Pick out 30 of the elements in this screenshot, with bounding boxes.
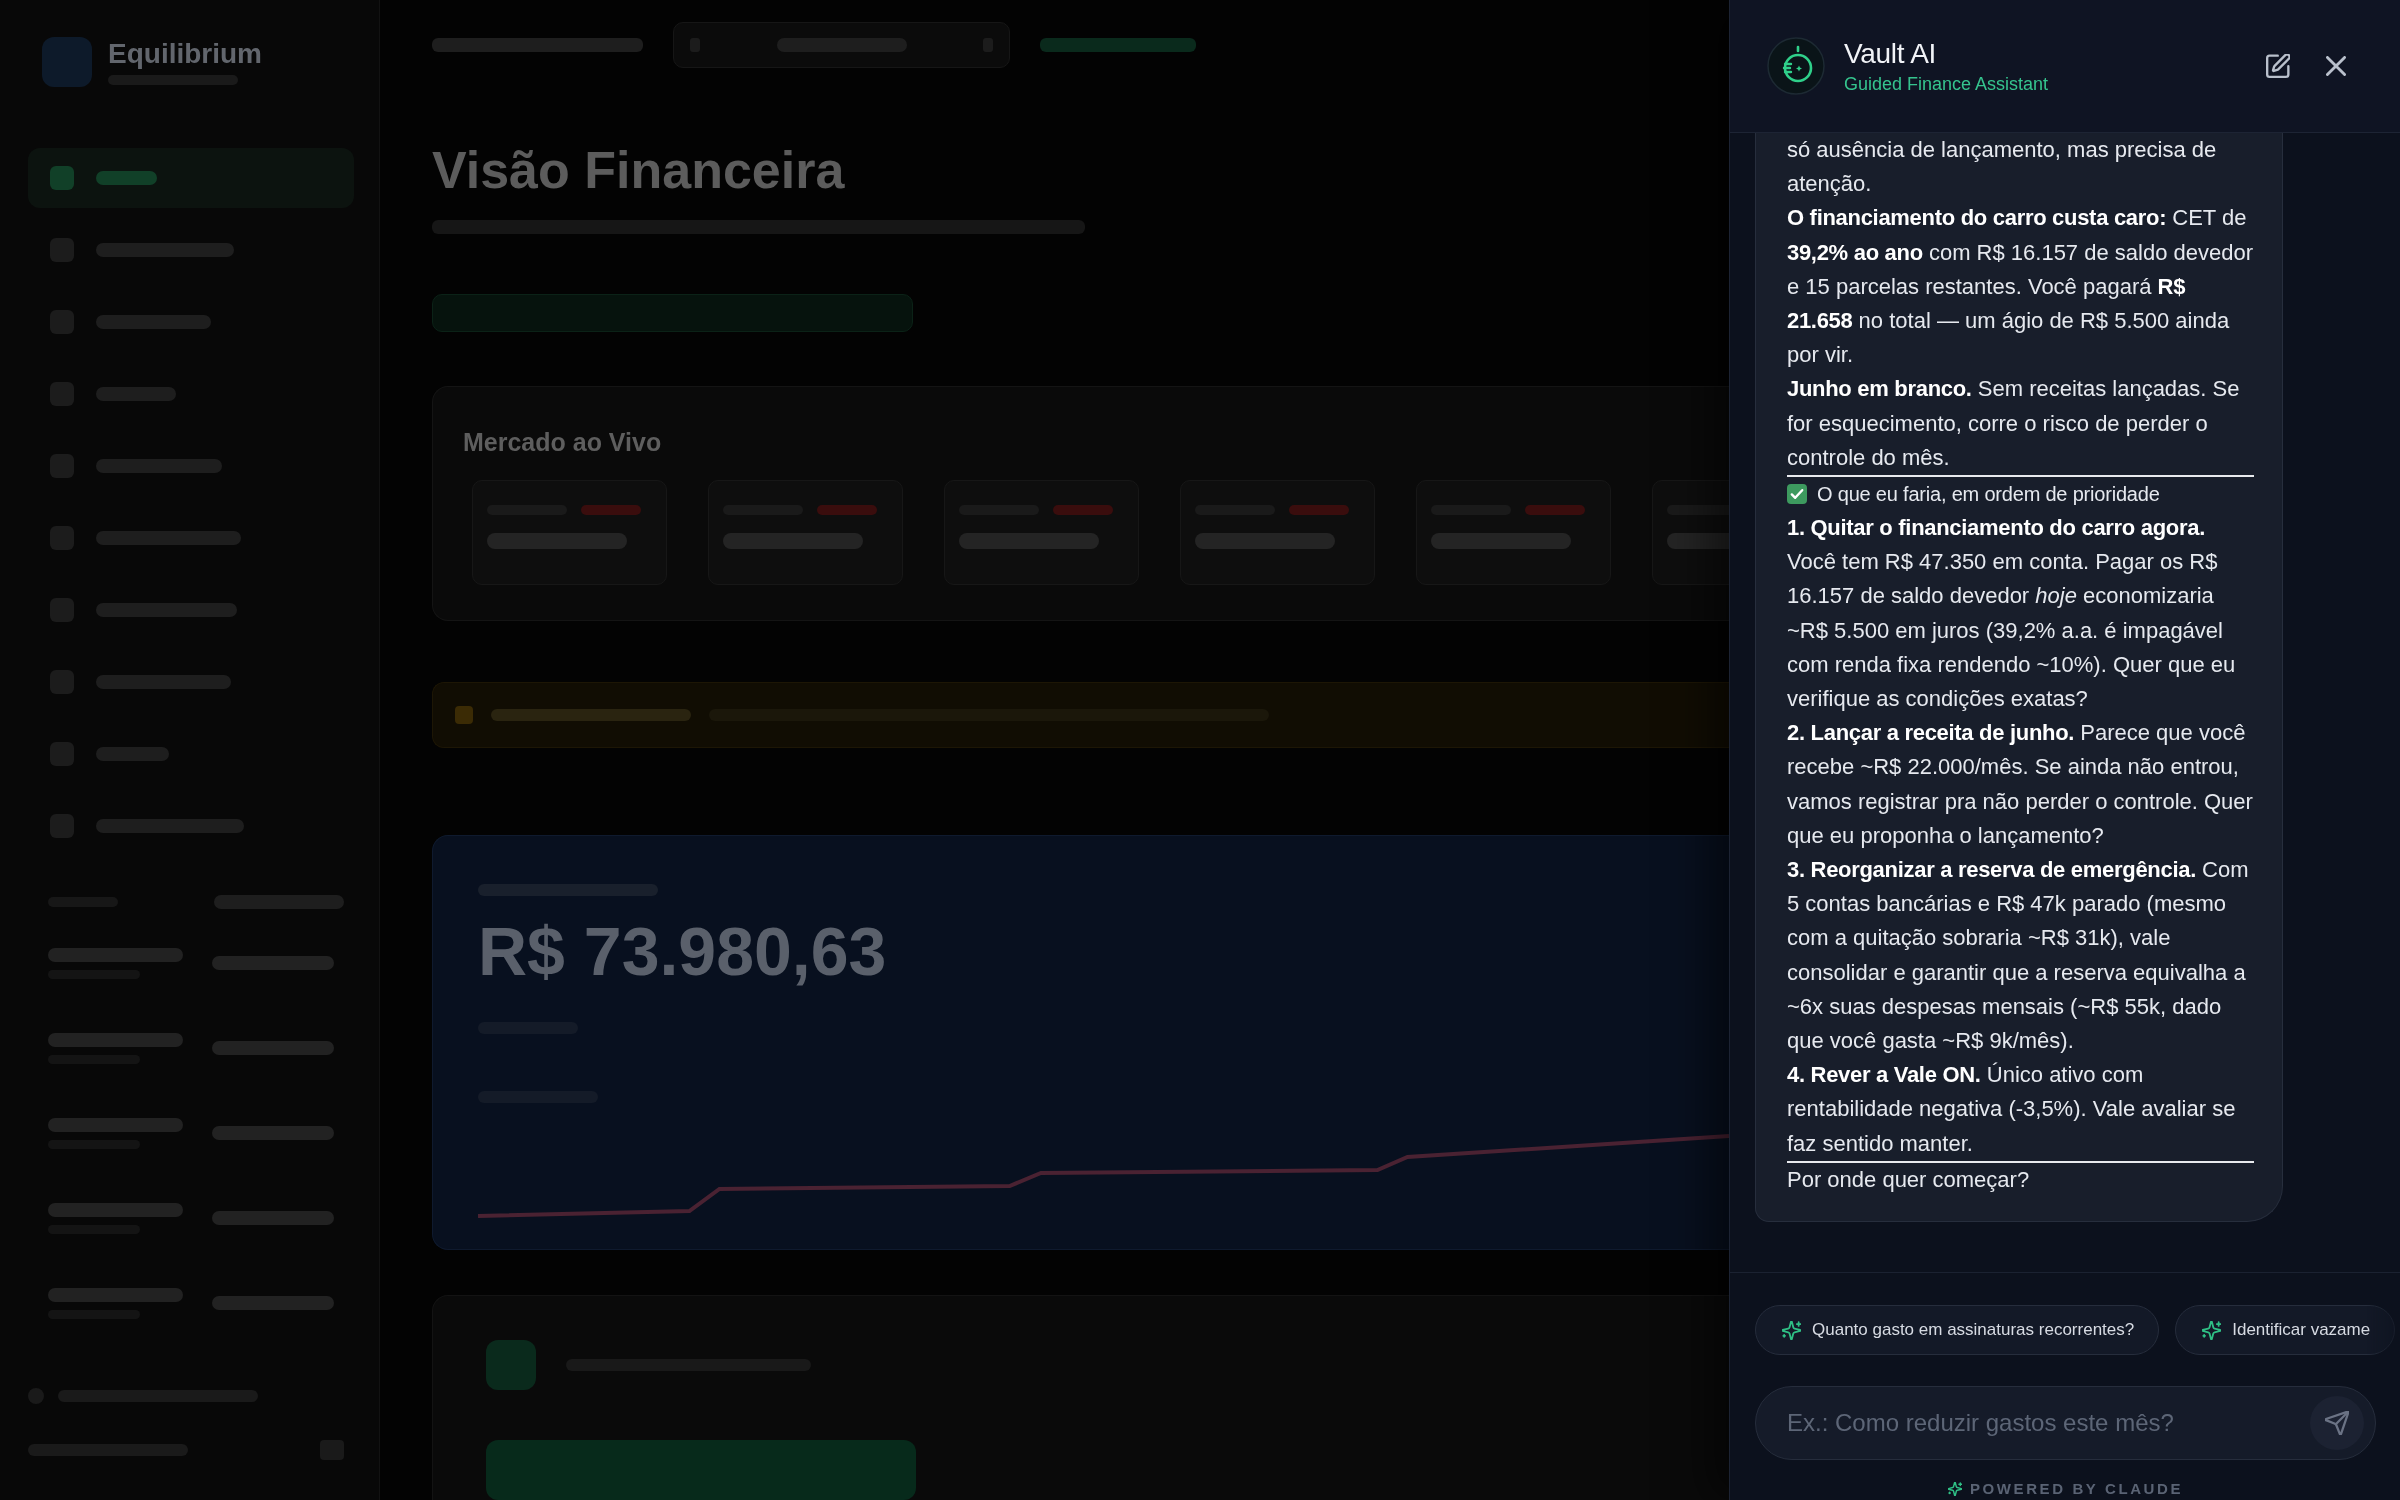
- balance-amount: R$ 73.980,63: [478, 911, 888, 991]
- message-input[interactable]: Ex.: Como reduzir gastos este mês?: [1787, 1403, 2310, 1443]
- message-heading: O que eu faria, em ordem de prioridade: [1817, 482, 2160, 508]
- send-button[interactable]: [2310, 1396, 2364, 1450]
- suggestion-chip[interactable]: Identificar vazame: [2175, 1305, 2396, 1355]
- panel-title: Vault AI: [1844, 37, 1937, 71]
- message-text: 2. Lançar a receita de junho. Parece que você recebe ~R$ 22.000/mês. Se ainda não entrou, vamos registrar pra não perder o controle. Quer que eu proponha o lançamento?: [1787, 719, 2254, 850]
- powered-by-label: POWERED BY CLAUDE: [1969, 1481, 2184, 1497]
- check-mark-icon: [1787, 484, 1807, 505]
- message-text: 4. Rever a Vale ON. Único ativo com rentabilidade negativa (-3,5%). Vale avaliar se faz sentido manter.: [1787, 1061, 2237, 1158]
- sparkle-icon: [1947, 1482, 1962, 1496]
- message-text: só ausência de lançamento, mas precisa de atenção.: [1787, 136, 2218, 199]
- page-title: Visão Financeira: [432, 140, 846, 201]
- sparkle-icon: [1782, 1320, 1801, 1340]
- logo-icon: [1767, 37, 1825, 95]
- close-icon: [2326, 56, 2346, 76]
- suggestion-chip[interactable]: Quanto gasto em assinaturas recorrentes?: [1755, 1305, 2160, 1355]
- pencil-square-icon: [2266, 54, 2290, 78]
- panel-subtitle: Guided Finance Assistant: [1844, 73, 2049, 95]
- paper-plane-icon: [2325, 1411, 2349, 1435]
- message-text: O financiamento do carro custa caro: CET de 39,2% ao ano com R$ 16.157 de saldo devedor e 15 parcelas restantes. Você pagará R$ 21.658 no total — um ágio de R$ 5.500 ainda por vir.: [1787, 204, 2254, 370]
- message-text: Por onde quer começar?: [1787, 1165, 2031, 1194]
- card-title: Mercado ao Vivo: [463, 426, 663, 457]
- message-text: Junho em branco. Sem receitas lançadas. Se for esquecimento, corre o risco de perder o controle do mês.: [1787, 375, 2241, 472]
- message-field[interactable]: Ex.: Como reduzir gastos este mês?: [1755, 1386, 2376, 1460]
- message-text: 3. Reorganizar a reserva de emergência. Com 5 contas bancárias e R$ 47k parado (mesmo com a quitação sobraria ~R$ 31k), vale consolidar e garantir que a reserva equivalha a ~6x suas despesas mensais (~R$ 55k, dado que você gasta ~R$ 9k/mês).: [1787, 856, 2250, 1056]
- sparkle-icon: [2202, 1320, 2222, 1340]
- message-text: 1. Quitar o financiamento do carro agora. Você tem R$ 47.350 em conta. Pagar os R$ 16.157 de saldo devedor hoje economizaria ~R$ 5.500 em juros (39,2% a.a. é impagável com renda fixa rendendo ~10%). Quer que eu verifique as condições exatas?: [1787, 514, 2237, 714]
- blurred-logo-icon: [42, 37, 92, 87]
- brand-name: Equilibrium: [108, 39, 262, 69]
